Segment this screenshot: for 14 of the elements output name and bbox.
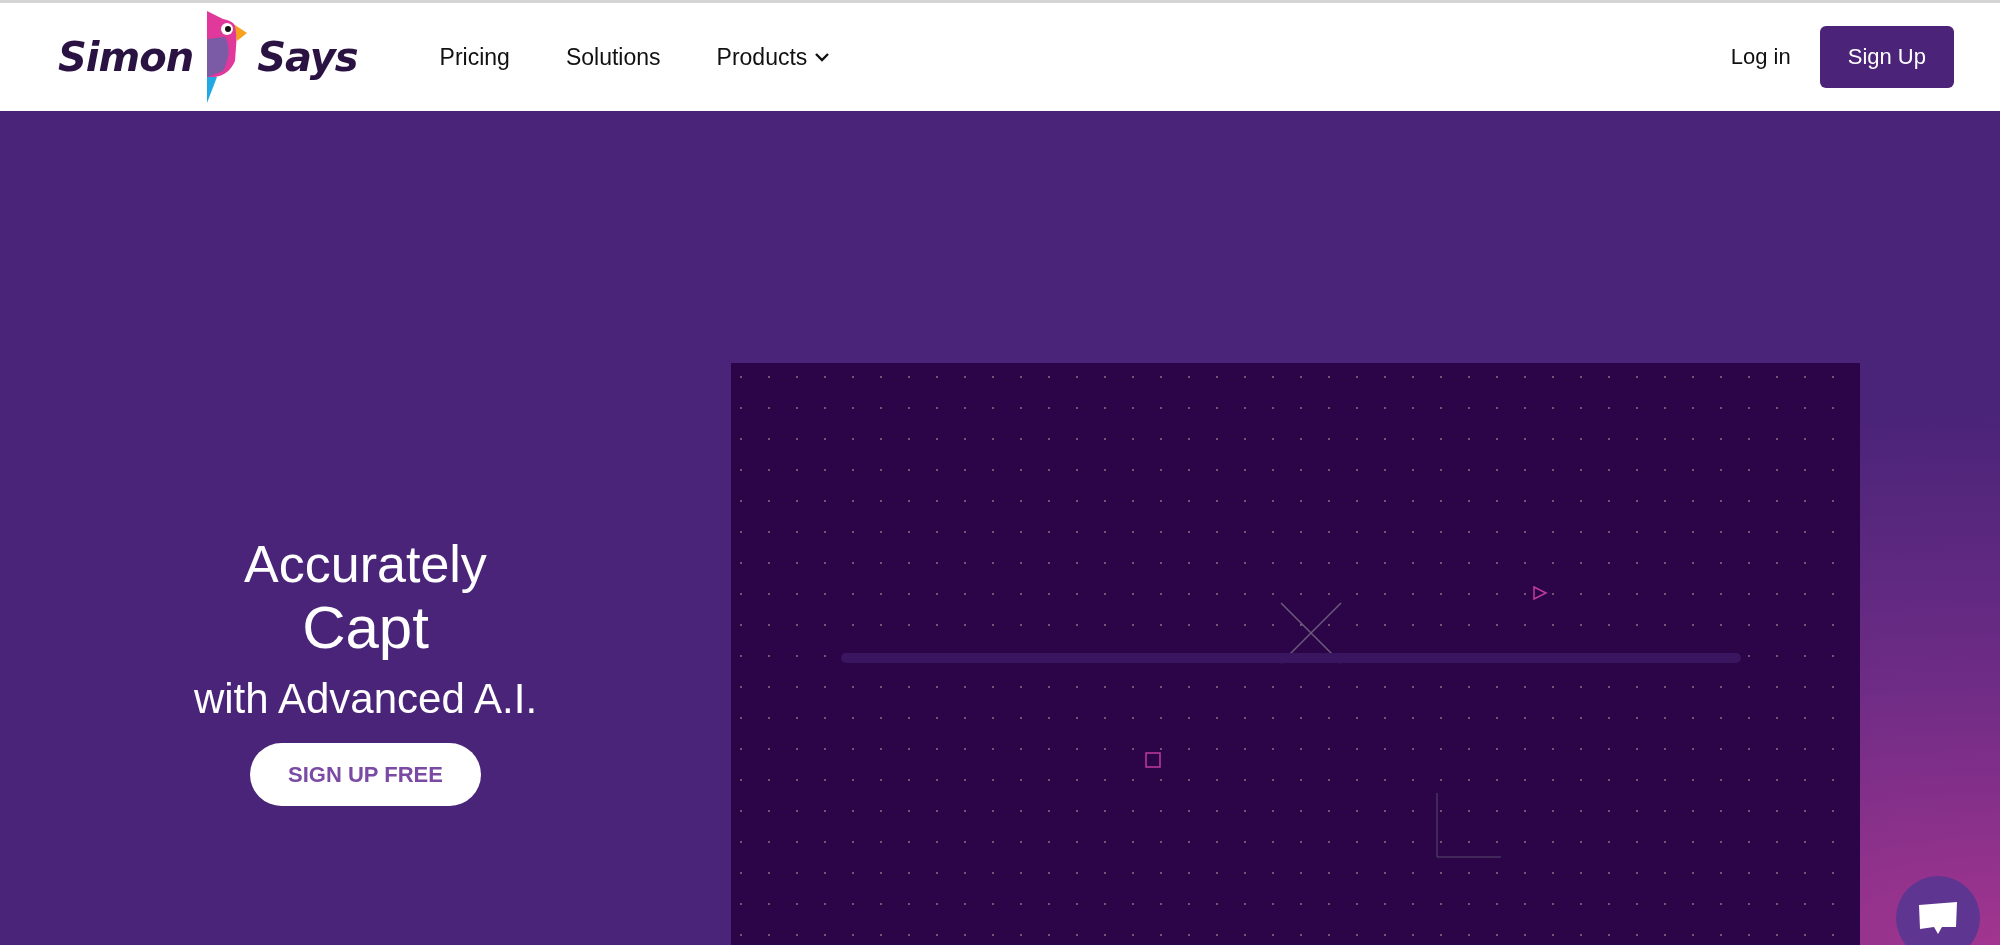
hero-headline: Accurately — [244, 534, 487, 595]
hero-headline: Capt — [302, 595, 429, 661]
chat-bubble-icon — [1918, 901, 1958, 935]
signup-free-button[interactable]: SIGN UP FREE — [250, 743, 481, 806]
nav-link[interactable]: Products — [716, 43, 830, 71]
nav-link[interactable]: Solutions — [565, 43, 661, 71]
chat-button[interactable] — [1896, 876, 1980, 945]
logo-text: Says — [257, 34, 358, 80]
logo-text: Simon — [58, 34, 194, 80]
chevron-down-icon — [815, 52, 830, 62]
hero-headline: with Advanced A.I. — [193, 674, 538, 724]
login-link[interactable]: Log in — [1730, 44, 1791, 70]
nav-link[interactable]: Pricing — [439, 43, 510, 71]
signup-button[interactable]: Sign Up — [1819, 26, 1954, 88]
